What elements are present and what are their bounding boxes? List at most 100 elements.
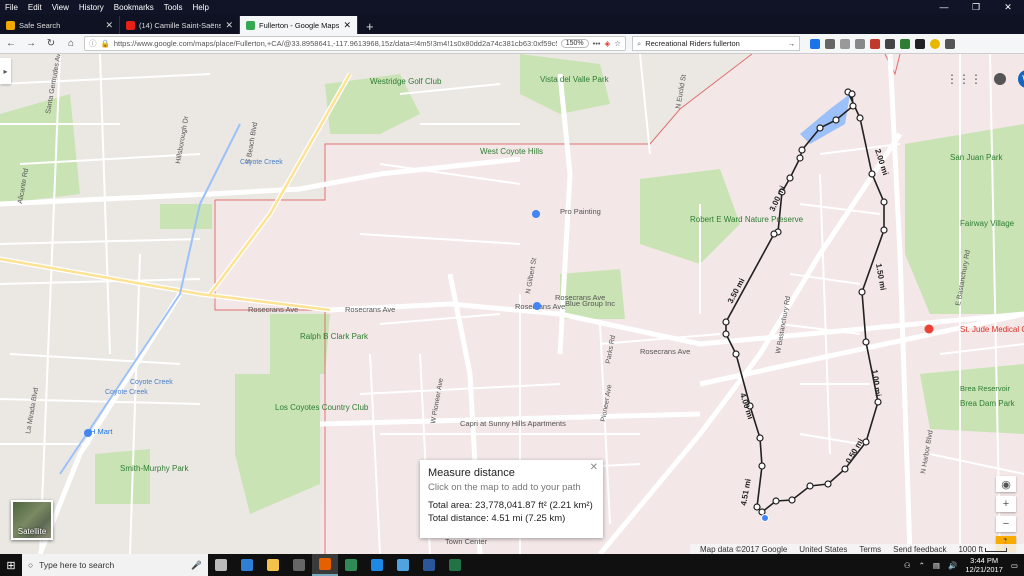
notifications-icon[interactable]: [994, 73, 1006, 85]
scale-indicator[interactable]: 1000 ft: [958, 545, 1007, 554]
go-arrow-icon[interactable]: →: [788, 39, 796, 48]
route-point[interactable]: [798, 146, 806, 154]
extension-grid-icon[interactable]: [885, 38, 895, 49]
route-point[interactable]: [786, 174, 794, 182]
tab-safe-search[interactable]: Safe Search ✕: [0, 16, 120, 34]
route-point[interactable]: [758, 462, 766, 470]
taskbar-edge-button[interactable]: [234, 554, 260, 576]
hospital-pin-icon[interactable]: [924, 324, 934, 334]
route-point[interactable]: [824, 480, 832, 488]
back-icon[interactable]: ←: [4, 38, 18, 49]
menu-view[interactable]: View: [47, 3, 74, 12]
route-point[interactable]: [856, 114, 864, 122]
menu-help[interactable]: Help: [187, 3, 213, 12]
route-point[interactable]: [862, 338, 870, 346]
route-point[interactable]: [722, 318, 730, 326]
menu-tools[interactable]: Tools: [159, 3, 188, 12]
extension-red-icon[interactable]: [870, 38, 880, 49]
terms-link[interactable]: Terms: [859, 545, 881, 554]
menu-history[interactable]: History: [74, 3, 109, 12]
volume-icon[interactable]: 🔊: [948, 561, 957, 570]
my-location-button[interactable]: ◉: [996, 476, 1016, 492]
route-point[interactable]: [732, 350, 740, 358]
route-point[interactable]: [816, 124, 824, 132]
send-feedback-link[interactable]: Send feedback: [893, 545, 946, 554]
reload-icon[interactable]: ↻: [44, 38, 58, 49]
library-icon[interactable]: [825, 38, 835, 49]
zoom-out-button[interactable]: −: [996, 516, 1016, 532]
route-point[interactable]: [849, 102, 857, 110]
route-point[interactable]: [753, 503, 761, 511]
blue-group-pin-icon[interactable]: [533, 302, 541, 310]
network-icon[interactable]: ▤: [933, 561, 940, 570]
extension-square-icon[interactable]: [915, 38, 925, 49]
taskbar-excel-button[interactable]: [442, 554, 468, 576]
windows-start-icon[interactable]: ⊞: [0, 559, 22, 572]
notification-center-icon[interactable]: ▭: [1011, 561, 1018, 570]
close-icon[interactable]: ✕: [590, 462, 598, 473]
route-point[interactable]: [788, 496, 796, 504]
close-icon[interactable]: ✕: [105, 20, 113, 31]
close-icon[interactable]: ✕: [225, 20, 233, 31]
taskbar-explorer-button[interactable]: [260, 554, 286, 576]
people-icon[interactable]: ⚇: [904, 561, 911, 570]
clock[interactable]: 3:44 PM 12/21/2017: [965, 556, 1003, 574]
taskbar-photos-button[interactable]: [338, 554, 364, 576]
extension-yellow-icon[interactable]: [930, 38, 940, 49]
route-point[interactable]: [858, 288, 866, 296]
h-mart-pin-icon[interactable]: [84, 429, 92, 437]
page-actions-button[interactable]: •••: [593, 39, 601, 48]
search-input[interactable]: Recreational Riders fullerton: [645, 39, 783, 48]
zoom-indicator[interactable]: 150%: [560, 39, 589, 48]
route-point[interactable]: [874, 398, 882, 406]
route-point[interactable]: [868, 170, 876, 178]
menu-edit[interactable]: Edit: [23, 3, 47, 12]
search-box[interactable]: ⌕ Recreational Riders fullerton →: [632, 36, 800, 51]
forward-icon[interactable]: →: [24, 38, 38, 49]
chevron-up-icon[interactable]: ⌃: [919, 561, 925, 570]
tab-google-maps[interactable]: Fullerton - Google Maps ✕: [240, 16, 358, 34]
taskbar-search[interactable]: ○ Type here to search 🎤: [22, 554, 208, 576]
taskbar-firefox-button[interactable]: [312, 554, 338, 576]
download-icon[interactable]: [810, 38, 820, 49]
route-point[interactable]: [722, 330, 730, 338]
taskbar-app7-button[interactable]: [364, 554, 390, 576]
extension-check-icon[interactable]: [900, 38, 910, 49]
taskbar-app8-button[interactable]: [390, 554, 416, 576]
close-window-button[interactable]: ✕: [992, 2, 1024, 13]
url-text[interactable]: https://www.google.com/maps/place/Fuller…: [114, 39, 557, 48]
avatar[interactable]: W: [1018, 70, 1024, 88]
new-tab-button[interactable]: +: [358, 19, 382, 34]
account-icon[interactable]: [855, 38, 865, 49]
route-point[interactable]: [880, 198, 888, 206]
taskbar-word-button[interactable]: [416, 554, 442, 576]
route-point[interactable]: [806, 482, 814, 490]
close-icon[interactable]: ✕: [343, 20, 351, 31]
route-point[interactable]: [772, 497, 780, 505]
maximize-button[interactable]: ❐: [960, 2, 992, 13]
info-icon[interactable]: ⓘ: [89, 38, 97, 49]
home-icon[interactable]: ⌂: [64, 38, 78, 49]
minimize-button[interactable]: —: [928, 2, 960, 13]
zoom-in-button[interactable]: +: [996, 496, 1016, 512]
menu-bookmarks[interactable]: Bookmarks: [109, 3, 159, 12]
country-link[interactable]: United States: [799, 545, 847, 554]
pro-painting-pin-icon[interactable]: [532, 210, 540, 218]
menu-file[interactable]: File: [0, 3, 23, 12]
side-menu-toggle[interactable]: ▸: [0, 58, 11, 84]
route-point[interactable]: [880, 226, 888, 234]
satellite-toggle[interactable]: Satellite: [11, 500, 53, 540]
location-pin-icon[interactable]: [761, 514, 769, 522]
route-point[interactable]: [770, 230, 778, 238]
taskbar-task-view-button[interactable]: [208, 554, 234, 576]
route-point[interactable]: [796, 154, 804, 162]
apps-grid-icon[interactable]: ⋮⋮⋮: [946, 72, 982, 86]
sidebar-icon[interactable]: [840, 38, 850, 49]
pocket-icon[interactable]: ◈: [604, 39, 610, 48]
tab-youtube[interactable]: (14) Camille Saint-Saëns - D ✕: [120, 16, 240, 34]
route-point[interactable]: [758, 508, 766, 516]
taskbar-search-input[interactable]: Type here to search: [39, 560, 114, 570]
route-point[interactable]: [832, 116, 840, 124]
microphone-icon[interactable]: 🎤: [191, 560, 202, 571]
route-point[interactable]: [756, 434, 764, 442]
